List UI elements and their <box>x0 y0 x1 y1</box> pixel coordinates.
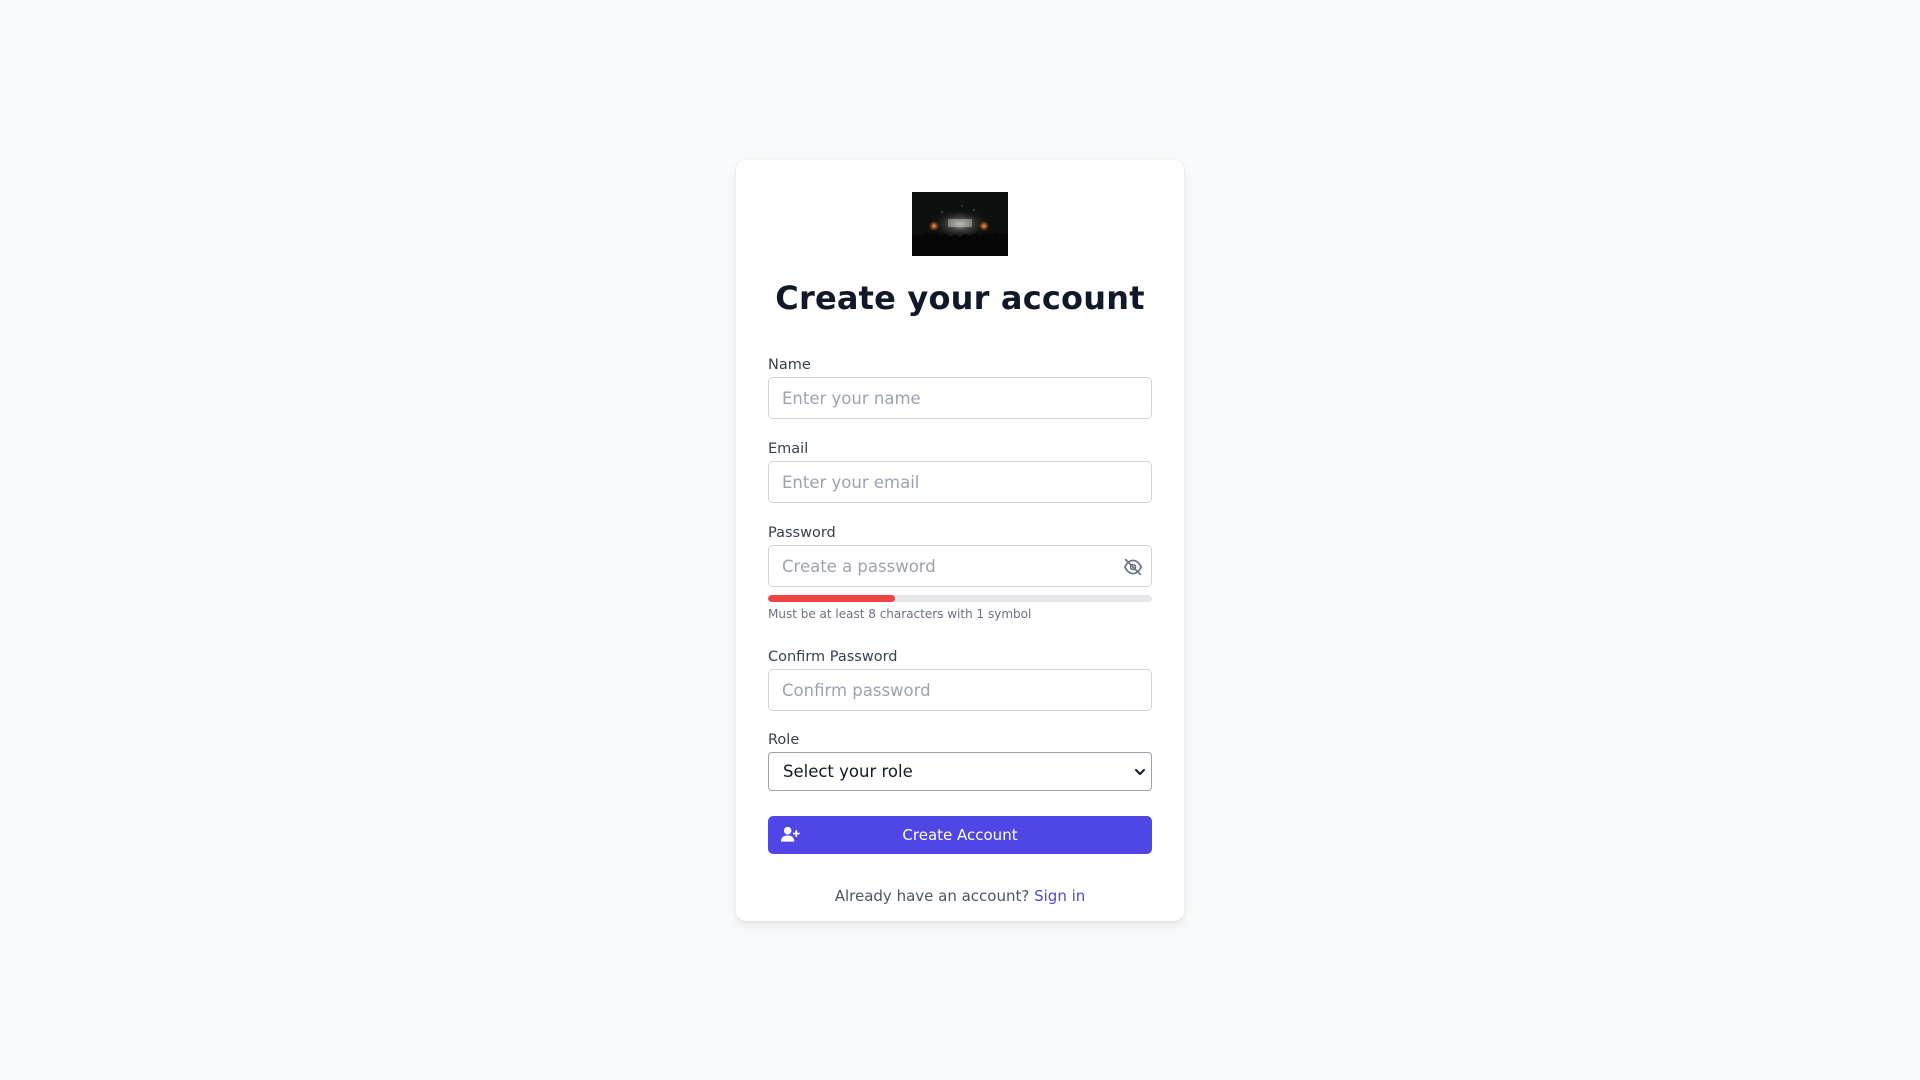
create-account-button[interactable]: Create Account <box>768 816 1152 854</box>
sign-in-link[interactable]: Sign in <box>1034 887 1085 905</box>
password-input[interactable] <box>768 545 1152 587</box>
name-field-group: Name <box>768 355 1152 419</box>
page-title: Create your account <box>775 279 1145 317</box>
password-strength-fill <box>768 595 895 602</box>
password-strength-bar <box>768 595 1152 602</box>
password-label: Password <box>768 525 836 541</box>
signup-card: Create your account Name Email Password … <box>736 160 1184 921</box>
name-input[interactable] <box>768 377 1152 419</box>
logo-image <box>912 192 1008 256</box>
email-field-group: Email <box>768 439 1152 503</box>
name-label: Name <box>768 357 811 373</box>
password-hint: Must be at least 8 characters with 1 sym… <box>768 607 1032 621</box>
create-account-button-label: Create Account <box>902 826 1018 844</box>
email-label: Email <box>768 441 809 457</box>
role-field-group: Role Select your role <box>768 730 1152 791</box>
email-input[interactable] <box>768 461 1152 503</box>
user-plus-icon <box>781 826 800 842</box>
password-field-group: Password Must be at least 8 characters w… <box>768 523 1152 622</box>
confirm-password-field-group: Confirm Password <box>768 647 1152 711</box>
role-label: Role <box>768 732 800 748</box>
role-select[interactable]: Select your role <box>768 752 1152 791</box>
concert-crowd-image <box>912 192 1008 256</box>
confirm-password-label: Confirm Password <box>768 649 898 665</box>
confirm-password-input[interactable] <box>768 669 1152 711</box>
signin-prompt: Already have an account? Sign in <box>768 887 1152 905</box>
signin-prompt-text: Already have an account? <box>834 887 1035 905</box>
eye-slash-icon[interactable] <box>1122 556 1144 578</box>
role-select-wrapper: Select your role <box>768 752 1152 791</box>
password-input-wrapper <box>768 545 1152 587</box>
